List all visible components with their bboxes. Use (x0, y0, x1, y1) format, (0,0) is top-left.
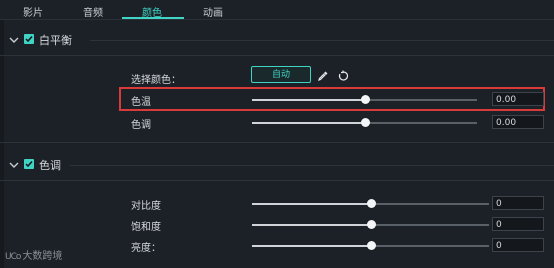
temperature-value-field[interactable]: 0.00 (492, 92, 544, 106)
chevron-down-icon[interactable] (8, 159, 20, 171)
divider (0, 180, 554, 181)
eyedropper-icon[interactable] (317, 70, 329, 82)
divider (90, 40, 554, 41)
temperature-slider[interactable] (252, 95, 477, 104)
slider-thumb[interactable] (366, 241, 376, 250)
contrast-label: 对比度 (131, 201, 161, 212)
slider-thumb[interactable] (360, 118, 370, 127)
section-title: 色调 (39, 159, 61, 172)
saturation-value-field[interactable]: 0 (492, 217, 544, 231)
white-balance-checkbox[interactable] (24, 34, 34, 44)
left-rail (0, 20, 4, 268)
contrast-slider[interactable] (252, 199, 489, 208)
slider-thumb[interactable] (366, 220, 376, 229)
tab-animation[interactable]: 动画 (203, 4, 223, 19)
saturation-label: 饱和度 (131, 222, 161, 233)
divider (0, 55, 554, 56)
tint-label: 色调 (131, 120, 151, 131)
watermark-text: 大数跨境 (22, 251, 63, 262)
tint-slider[interactable] (252, 118, 477, 127)
divider (0, 19, 554, 20)
reset-icon[interactable] (337, 70, 349, 82)
brightness-label: 亮度： (131, 243, 161, 254)
divider (0, 142, 554, 143)
tab-video[interactable]: 影片 (23, 4, 43, 19)
tint-value-field[interactable]: 0.00 (492, 115, 544, 129)
slider-thumb[interactable] (360, 95, 370, 104)
slider-thumb[interactable] (366, 199, 376, 208)
brightness-slider[interactable] (252, 241, 489, 250)
divider (70, 165, 554, 166)
pick-color-label: 选择颜色： (131, 75, 181, 86)
tab-bar: 影片 音频 颜色 动画 (0, 0, 554, 20)
tab-audio[interactable]: 音频 (83, 4, 103, 19)
slider-fill (252, 224, 371, 226)
watermark-logo: UCo (5, 252, 21, 262)
slider-fill (252, 99, 365, 101)
checkmark-icon (25, 36, 33, 43)
slider-fill (252, 245, 371, 247)
slider-fill (252, 122, 365, 124)
chevron-down-icon[interactable] (8, 34, 20, 46)
checkmark-icon (25, 161, 33, 168)
contrast-value-field[interactable]: 0 (492, 196, 544, 210)
watermark: UCo 大数跨境 (5, 247, 62, 262)
brightness-value-field[interactable]: 0 (492, 238, 544, 252)
section-title: 白平衡 (39, 34, 72, 47)
tone-checkbox[interactable] (24, 159, 34, 169)
saturation-slider[interactable] (252, 220, 489, 229)
auto-button[interactable]: 自动 (251, 66, 311, 83)
temperature-label: 色温 (131, 97, 151, 108)
slider-fill (252, 203, 371, 205)
